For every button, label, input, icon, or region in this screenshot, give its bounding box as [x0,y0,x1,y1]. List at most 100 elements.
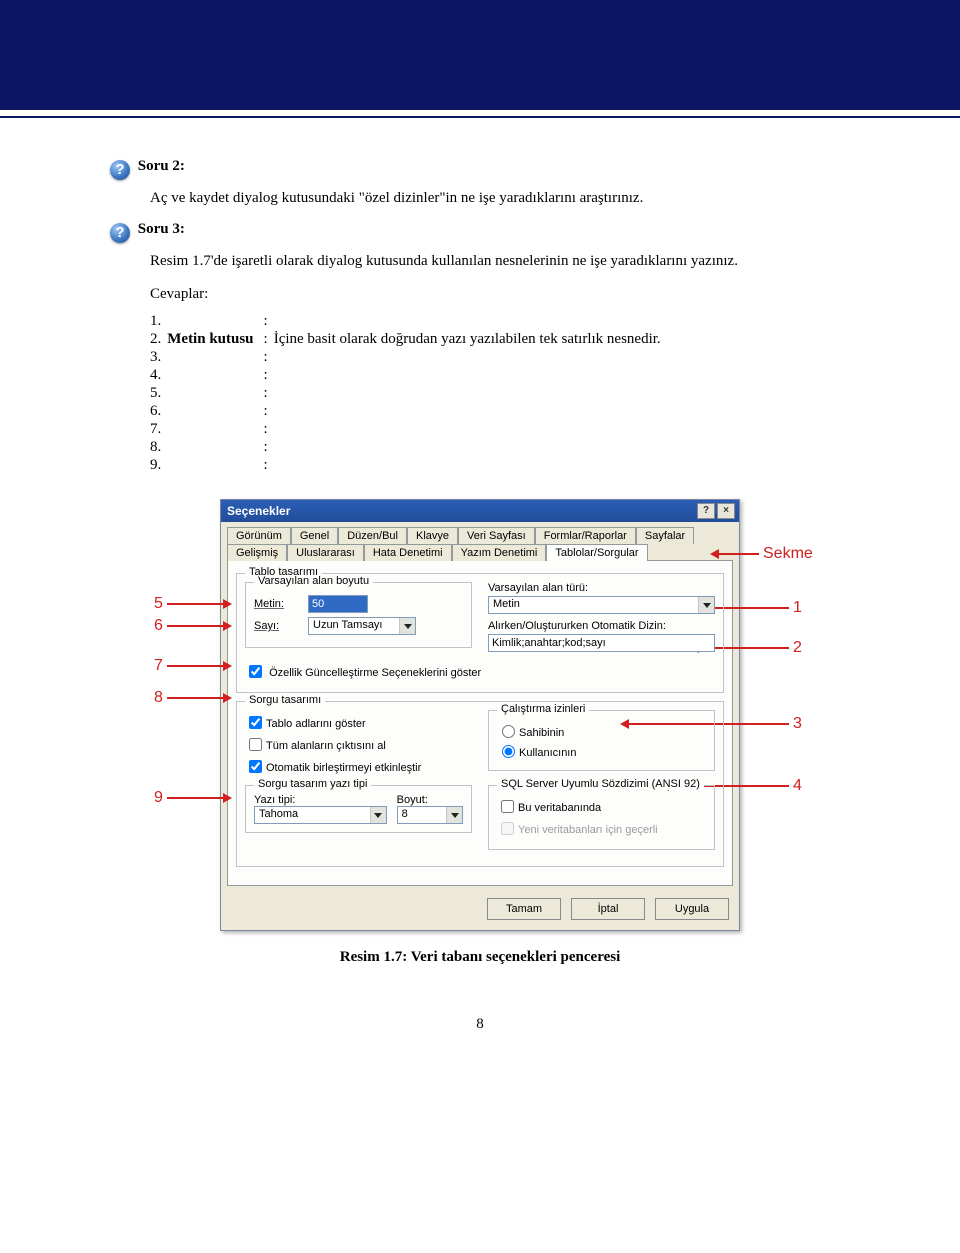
combo-varsayilan-tur[interactable]: Metin [488,596,715,614]
group-calistirma-izinleri: Çalıştırma izinleri Sahibinin Kullanıcın… [488,710,715,771]
callout-label: 3 [789,715,806,733]
chevron-down-icon[interactable] [370,807,386,823]
tab-duzenbul[interactable]: Düzen/Bul [338,527,407,544]
combo-yazitipi[interactable]: Tahoma [254,806,387,824]
question-icon: ? [110,223,130,243]
group-varsayilan-boyut: Varsayılan alan boyutu Metin: Sayı: Uzun… [245,582,472,648]
answer-colon: : [264,313,274,331]
answer-term [167,313,263,331]
checkbox-otomatik-birlestirme[interactable] [249,760,262,773]
tab-hatadenetimi[interactable]: Hata Denetimi [364,544,452,561]
answers-heading: Cevaplar: [150,286,850,303]
answer-desc [274,403,667,421]
tab-uluslararasi[interactable]: Uluslararası [287,544,364,561]
answer-colon: : [264,457,274,475]
tab-yazimdenetimi[interactable]: Yazım Denetimi [452,544,547,561]
answer-term [167,421,263,439]
combo-value: Tahoma [255,807,370,823]
radio-label: Kullanıcının [519,747,576,759]
checkbox-bu-veritabani[interactable] [501,800,514,813]
header-band [0,0,960,110]
dialog-title: Seçenekler [227,504,290,518]
question-icon: ? [110,160,130,180]
answer-row: 4.: [150,367,667,385]
radio-kullanicinin[interactable] [502,745,515,758]
input-metin[interactable] [308,595,368,613]
label-sayi: Sayı: [254,620,302,632]
page-body: ? Soru 2: Aç ve kaydet diyalog kutusunda… [0,118,960,1053]
answer-row: 7.: [150,421,667,439]
group-title: Sorgu tasarım yazı tipi [254,778,371,790]
tab-gelismis[interactable]: Gelişmiş [227,544,287,561]
radio-sahibinin[interactable] [502,725,515,738]
figure-wrap: 5 6 7 8 9 Sekme 1 2 3 4 [150,499,810,931]
answer-term [167,367,263,385]
answers-list: 1.: 2.Metin kutusu:İçine basit olarak do… [150,313,667,475]
checkbox-tum-alanlar[interactable] [249,738,262,751]
callout-label: 7 [150,657,167,675]
answer-num: 2. [150,331,167,349]
question-3-label: Soru 3: [138,221,185,237]
tab-tablolarsorgular[interactable]: Tablolar/Sorgular [546,544,647,561]
page-number: 8 [110,1016,850,1033]
question-2-label: Soru 2: [138,158,185,174]
question-2-text: Aç ve kaydet diyalog kutusundaki "özel d… [150,190,850,207]
close-button[interactable]: × [717,503,735,519]
answer-colon: : [264,403,274,421]
tab-gorunum[interactable]: Görünüm [227,527,291,544]
combo-value: 8 [398,807,446,823]
answer-desc [274,367,667,385]
tab-panel: Tablo tasarımı Varsayılan alan boyutu Me… [227,560,733,886]
callout-label: 5 [150,595,167,613]
answer-row: 9.: [150,457,667,475]
answer-term [167,403,263,421]
label-metin: Metin: [254,598,302,610]
answer-desc [274,439,667,457]
answer-desc [274,385,667,403]
answer-row: 5.: [150,385,667,403]
combo-sayi[interactable]: Uzun Tamsayı [308,617,416,635]
dialog-titlebar[interactable]: Seçenekler ? × [221,500,739,522]
tab-sayfalar[interactable]: Sayfalar [636,527,694,544]
chevron-down-icon[interactable] [446,807,462,823]
tab-verisayfasi[interactable]: Veri Sayfası [458,527,535,544]
callout-label: Sekme [759,545,817,563]
answer-num: 6. [150,403,167,421]
answer-term [167,385,263,403]
cancel-button[interactable]: İptal [571,898,645,920]
answer-row: 3.: [150,349,667,367]
answer-term [167,349,263,367]
label-alirken: Alırken/Oluştururken Otomatik Dizin: [488,620,715,632]
tab-klavye[interactable]: Klavye [407,527,458,544]
ok-button[interactable]: Tamam [487,898,561,920]
callout-label: 6 [150,617,167,635]
answer-colon: : [264,349,274,367]
tab-formlarraporlar[interactable]: Formlar/Raporlar [535,527,636,544]
group-title: Çalıştırma izinleri [497,703,589,715]
checkbox-label: Otomatik birleştirmeyi etkinleştir [266,762,421,774]
answer-num: 9. [150,457,167,475]
checkbox-label: Yeni veritabanları için geçerli [518,824,658,836]
chevron-down-icon[interactable] [698,597,714,613]
input-alirken[interactable] [488,634,715,652]
answer-row: 2.Metin kutusu:İçine basit olarak doğrud… [150,331,667,349]
chevron-down-icon[interactable] [399,618,415,634]
answer-term: Metin kutusu [167,331,263,349]
callout-label: 2 [789,639,806,657]
apply-button[interactable]: Uygula [655,898,729,920]
tab-genel[interactable]: Genel [291,527,338,544]
answer-num: 3. [150,349,167,367]
question-2: ? Soru 2: Aç ve kaydet diyalog kutusunda… [110,158,850,207]
callout-label: 1 [789,599,806,617]
answer-row: 8.: [150,439,667,457]
combo-boyut[interactable]: 8 [397,806,463,824]
figure-caption: Resim 1.7: Veri tabanı seçenekleri pence… [110,949,850,966]
group-sql-ansi92: SQL Server Uyumlu Sözdizimi (ANSI 92) Bu… [488,785,715,850]
answer-desc [274,349,667,367]
answer-colon: : [264,367,274,385]
checkbox-ozellik-guncellestirme[interactable] [249,665,262,678]
group-sorgu-tasarimi: Sorgu tasarımı Tablo adlarını göster Tüm… [236,701,724,867]
help-button[interactable]: ? [697,503,715,519]
checkbox-tablo-adlari[interactable] [249,716,262,729]
answer-colon: : [264,331,274,349]
